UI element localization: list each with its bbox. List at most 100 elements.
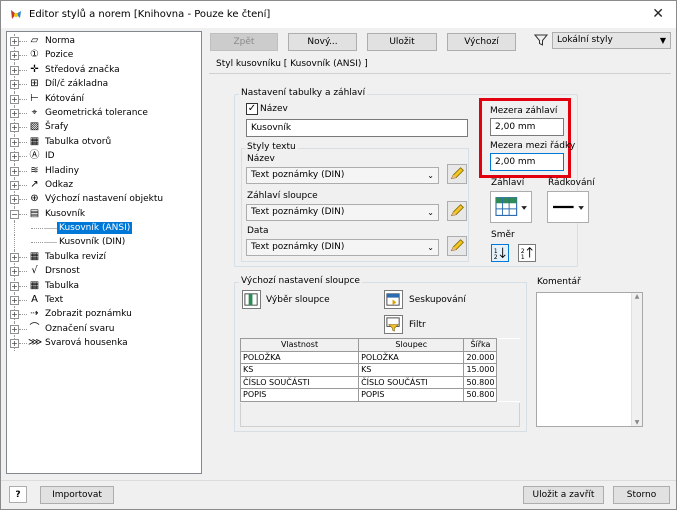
tree-item[interactable]: + A Text bbox=[7, 293, 201, 308]
direction-down-button[interactable]: 12 bbox=[491, 244, 509, 262]
expand-icon[interactable]: + bbox=[10, 65, 19, 75]
tree-connector bbox=[19, 84, 27, 86]
title-style-select[interactable]: Text poznámky (DIN) ⌄ bbox=[246, 167, 439, 184]
table-row[interactable]: POLOŽKA POLOŽKA 20.000 bbox=[239, 350, 520, 364]
tree-item[interactable]: + ① Pozice bbox=[7, 48, 201, 63]
expand-icon[interactable]: + bbox=[10, 267, 19, 277]
row-gap-input[interactable]: 2,00 mm bbox=[490, 153, 564, 171]
app-icon bbox=[11, 9, 21, 19]
expand-icon[interactable]: + bbox=[10, 281, 19, 291]
table-row[interactable]: ČÍSLO SOUČÁSTI ČÍSLO SOUČÁSTI 50.800 bbox=[239, 375, 520, 389]
tree-item[interactable]: + ⊞ Díl/č základna bbox=[7, 77, 201, 92]
save-button[interactable]: Uložit bbox=[367, 33, 437, 51]
tree-item[interactable]: + ⊕ Výchozí nastavení objektu bbox=[7, 192, 201, 207]
choose-column-button[interactable] bbox=[242, 290, 261, 309]
style-tree[interactable]: + ▱ Norma + ① Pozice + ✛ Středová značka + ⊞ Díl/č … bbox=[6, 31, 202, 474]
tree-item[interactable]: + ▦ Tabulka bbox=[7, 278, 201, 294]
table-row[interactable]: KS KS 15.000 bbox=[239, 363, 520, 377]
expand-icon[interactable]: + bbox=[10, 180, 19, 190]
expand-icon[interactable]: + bbox=[10, 137, 19, 147]
tree-item[interactable]: + ⌒ Označení svaru bbox=[7, 321, 201, 337]
expand-icon[interactable]: + bbox=[10, 296, 19, 306]
tree-item[interactable]: + ▨ Šrafy bbox=[7, 120, 201, 135]
cancel-button[interactable]: Storno bbox=[613, 486, 670, 504]
expand-icon[interactable]: + bbox=[10, 195, 19, 205]
columns-table[interactable]: Vlastnost Sloupec Šířka POLOŽKA POLOŽKA 20… bbox=[239, 338, 520, 402]
column-header-column[interactable]: Sloupec bbox=[358, 338, 465, 352]
expand-icon[interactable]: + bbox=[10, 94, 19, 104]
column-header-style-select[interactable]: Text poznámky (DIN) ⌄ bbox=[246, 204, 439, 221]
expand-icon[interactable]: + bbox=[10, 37, 19, 46]
tree-connector bbox=[19, 199, 27, 201]
import-button[interactable]: Importovat bbox=[40, 486, 114, 504]
tree-item[interactable]: + ≋ Hladiny bbox=[7, 163, 201, 178]
expand-icon[interactable]: + bbox=[10, 310, 19, 320]
save-and-close-button[interactable]: Uložit a zavřít bbox=[523, 486, 604, 504]
tree-item[interactable]: + ✛ Středová značka bbox=[7, 62, 201, 78]
tree-item-label: Tabulka bbox=[45, 280, 80, 291]
expand-icon[interactable]: + bbox=[10, 80, 19, 90]
group-icon bbox=[386, 293, 400, 306]
close-icon[interactable]: ✕ bbox=[652, 6, 664, 22]
name-input[interactable]: Kusovník bbox=[246, 119, 468, 137]
default-button[interactable]: Výchozí bbox=[447, 33, 516, 51]
tree-child-label: Kusovník (ANSI) bbox=[57, 222, 133, 235]
tree-item[interactable]: + ⌖ Geometrická tolerance bbox=[7, 105, 201, 121]
line-spacing-button[interactable] bbox=[547, 191, 589, 223]
tree-item[interactable]: + ⋙ Svarová housenka bbox=[7, 336, 201, 351]
expand-icon[interactable]: + bbox=[10, 252, 19, 262]
edit-data-style-button[interactable] bbox=[447, 236, 467, 256]
header-gap-input[interactable]: 2,00 mm bbox=[490, 118, 564, 136]
edit-title-style-button[interactable] bbox=[447, 164, 467, 184]
tree-item[interactable]: + √ Drsnost bbox=[7, 264, 201, 279]
comment-textarea[interactable]: ▲ ▼ bbox=[536, 292, 643, 427]
filter-icon bbox=[534, 34, 548, 46]
style-filter-select[interactable]: Lokální styly ▼ bbox=[552, 32, 671, 49]
expand-icon[interactable]: + bbox=[10, 339, 19, 349]
expand-icon[interactable]: + bbox=[10, 166, 19, 176]
comment-label: Komentář bbox=[537, 277, 581, 287]
heading-position-button[interactable] bbox=[490, 191, 532, 223]
tree-item[interactable]: + Ⓐ ID bbox=[7, 149, 201, 164]
tree-item[interactable]: + ▱ Norma bbox=[7, 34, 201, 49]
table-cell: 50.800 bbox=[463, 388, 498, 402]
expand-icon[interactable]: + bbox=[10, 152, 19, 162]
filter-button[interactable] bbox=[384, 315, 403, 334]
table-cell: POLOŽKA bbox=[239, 350, 360, 364]
tree-child-item[interactable]: Kusovník (DIN) bbox=[7, 235, 201, 250]
expand-icon[interactable]: + bbox=[10, 324, 19, 334]
tree-item[interactable]: + ▦ Tabulka otvorů bbox=[7, 134, 201, 150]
direction-up-button[interactable]: 21 bbox=[518, 244, 536, 262]
help-button[interactable]: ? bbox=[9, 486, 27, 503]
name-checkbox[interactable]: ✓ bbox=[246, 103, 258, 115]
data-style-select[interactable]: Text poznámky (DIN) ⌄ bbox=[246, 239, 439, 256]
expand-icon[interactable]: − bbox=[10, 209, 19, 219]
table-row[interactable]: POPIS POPIS 50.800 bbox=[239, 388, 520, 402]
pencil-icon bbox=[450, 239, 464, 252]
choose-column-label[interactable]: Výběr sloupce bbox=[266, 295, 330, 305]
expand-icon[interactable]: + bbox=[10, 108, 19, 118]
edit-column-header-style-button[interactable] bbox=[447, 201, 467, 221]
scroll-down-icon[interactable]: ▼ bbox=[632, 419, 642, 426]
tree-item-label: Svarová housenka bbox=[45, 338, 128, 349]
tree-item[interactable]: + ↗ Odkaz bbox=[7, 177, 201, 193]
column-header-width[interactable]: Šířka bbox=[463, 338, 498, 352]
tree-item[interactable]: + ▦ Tabulka revizí bbox=[7, 249, 201, 265]
expand-icon[interactable]: + bbox=[10, 51, 19, 61]
expand-icon[interactable]: + bbox=[10, 123, 19, 133]
tree-item[interactable]: + ⊢ Kótování bbox=[7, 91, 201, 106]
new-button[interactable]: Nový... bbox=[288, 33, 357, 51]
comment-scrollbar[interactable]: ▲ ▼ bbox=[631, 293, 642, 426]
back-button[interactable]: Zpět bbox=[210, 33, 278, 51]
filter-label[interactable]: Filtr bbox=[409, 320, 426, 330]
column-header-property[interactable]: Vlastnost bbox=[239, 338, 360, 352]
heading-position-label: Záhlaví bbox=[491, 178, 525, 188]
tree-item[interactable]: + ⇢ Zobrazit poznámku bbox=[7, 307, 201, 322]
leader-icon: ↗ bbox=[30, 178, 39, 190]
table-cell: 20.000 bbox=[463, 350, 498, 364]
group-label[interactable]: Seskupování bbox=[409, 295, 466, 305]
scroll-up-icon[interactable]: ▲ bbox=[632, 293, 642, 300]
tree-child-item[interactable]: Kusovník (ANSI) bbox=[7, 221, 201, 236]
tree-item[interactable]: − ▤ Kusovník bbox=[7, 206, 201, 222]
group-button[interactable] bbox=[384, 290, 403, 309]
